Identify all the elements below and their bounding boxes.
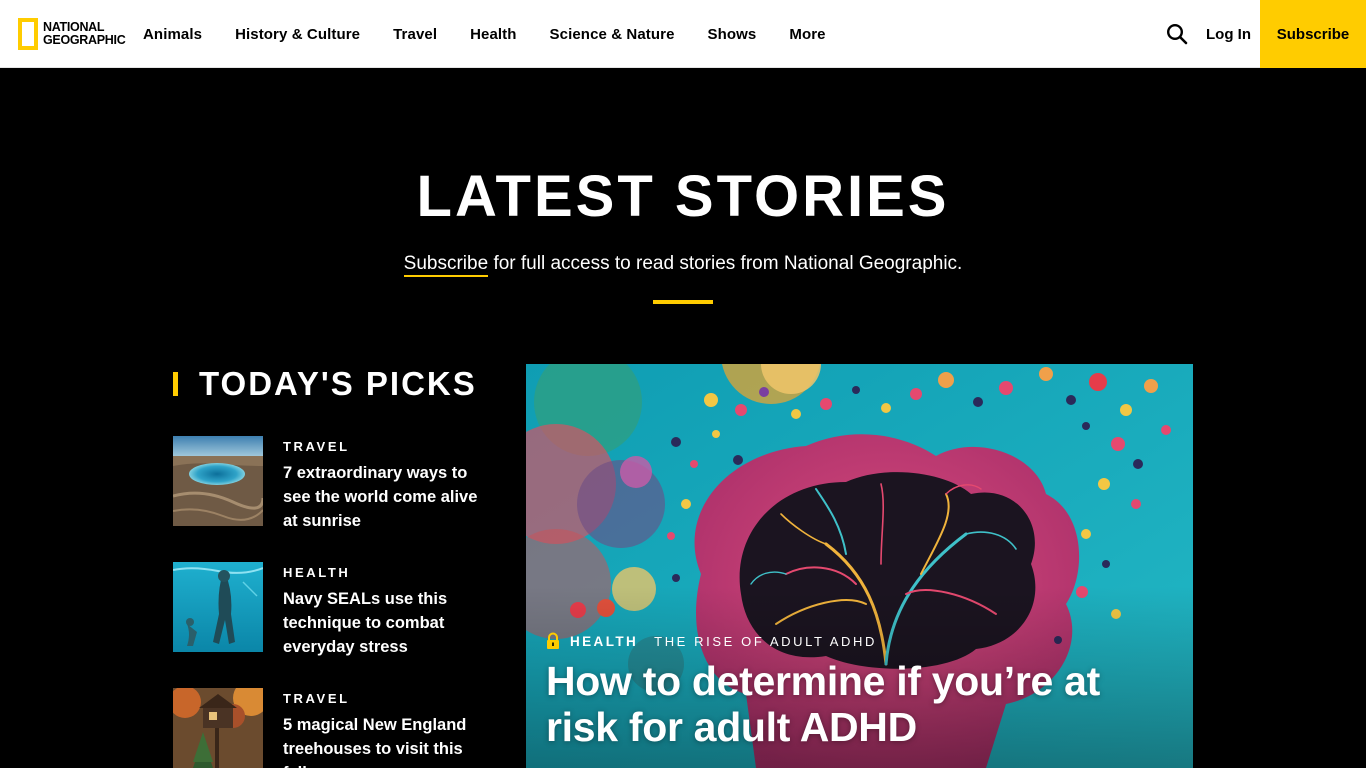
nav-item-science-nature[interactable]: Science & Nature [550, 26, 675, 43]
nav-item-more[interactable]: More [789, 26, 825, 43]
site-header: NATIONAL GEOGRAPHIC Animals History & Cu… [0, 0, 1366, 68]
featured-story-card[interactable]: HEALTH THE RISE OF ADULT ADHD How to det… [526, 364, 1193, 768]
nav-item-history-culture[interactable]: History & Culture [235, 26, 360, 43]
pick-category: TRAVEL [283, 691, 350, 706]
heading-accent-bar [173, 372, 178, 396]
main-nav: Animals History & Culture Travel Health … [143, 0, 859, 68]
logo-wordmark: NATIONAL GEOGRAPHIC [43, 21, 126, 47]
subscribe-prompt: Subscribe for full access to read storie… [0, 252, 1366, 277]
pick-title[interactable]: 5 magical New England treehouses to visi… [283, 713, 488, 768]
subscribe-button[interactable]: Subscribe [1260, 0, 1366, 68]
accent-divider [653, 300, 713, 304]
pick-category: HEALTH [283, 565, 351, 580]
page-title: LATEST STORIES [416, 164, 950, 229]
featured-story-category: HEALTH [570, 633, 639, 649]
todays-picks-header: TODAY'S PICKS [173, 364, 477, 404]
pick-thumbnail-divers [173, 562, 263, 652]
nav-item-travel[interactable]: Travel [393, 26, 437, 43]
subscribe-link[interactable]: Subscribe [403, 253, 489, 277]
subscribe-prompt-text: for full access to read stories from Nat… [488, 253, 963, 274]
lock-icon [547, 632, 559, 649]
featured-story-title[interactable]: How to determine if you’re at risk for a… [546, 658, 1176, 750]
pick-category: TRAVEL [283, 439, 350, 454]
todays-picks-title: TODAY'S PICKS [199, 365, 477, 402]
featured-story-meta: HEALTH THE RISE OF ADULT ADHD [544, 632, 877, 650]
pick-thumbnail-treehouse [173, 688, 263, 768]
pick-card[interactable]: TRAVEL 5 magical New England treehouses … [173, 688, 493, 768]
natgeo-logo[interactable]: NATIONAL GEOGRAPHIC [18, 18, 128, 50]
pick-card[interactable]: TRAVEL 7 extraordinary ways to see the w… [173, 436, 493, 536]
logo-line-2: GEOGRAPHIC [43, 33, 126, 47]
nav-item-animals[interactable]: Animals [143, 26, 202, 43]
search-icon[interactable] [1166, 23, 1188, 45]
pick-card[interactable]: HEALTH Navy SEALs use this technique to … [173, 562, 493, 662]
nav-item-shows[interactable]: Shows [708, 26, 757, 43]
login-link[interactable]: Log In [1206, 0, 1251, 68]
logo-yellow-border-icon [18, 18, 38, 50]
pick-title[interactable]: Navy SEALs use this technique to combat … [283, 587, 488, 659]
featured-story-series: THE RISE OF ADULT ADHD [654, 633, 878, 649]
pick-thumbnail-sinkhole [173, 436, 263, 526]
pick-title[interactable]: 7 extraordinary ways to see the world co… [283, 461, 488, 533]
nav-item-health[interactable]: Health [470, 26, 516, 43]
